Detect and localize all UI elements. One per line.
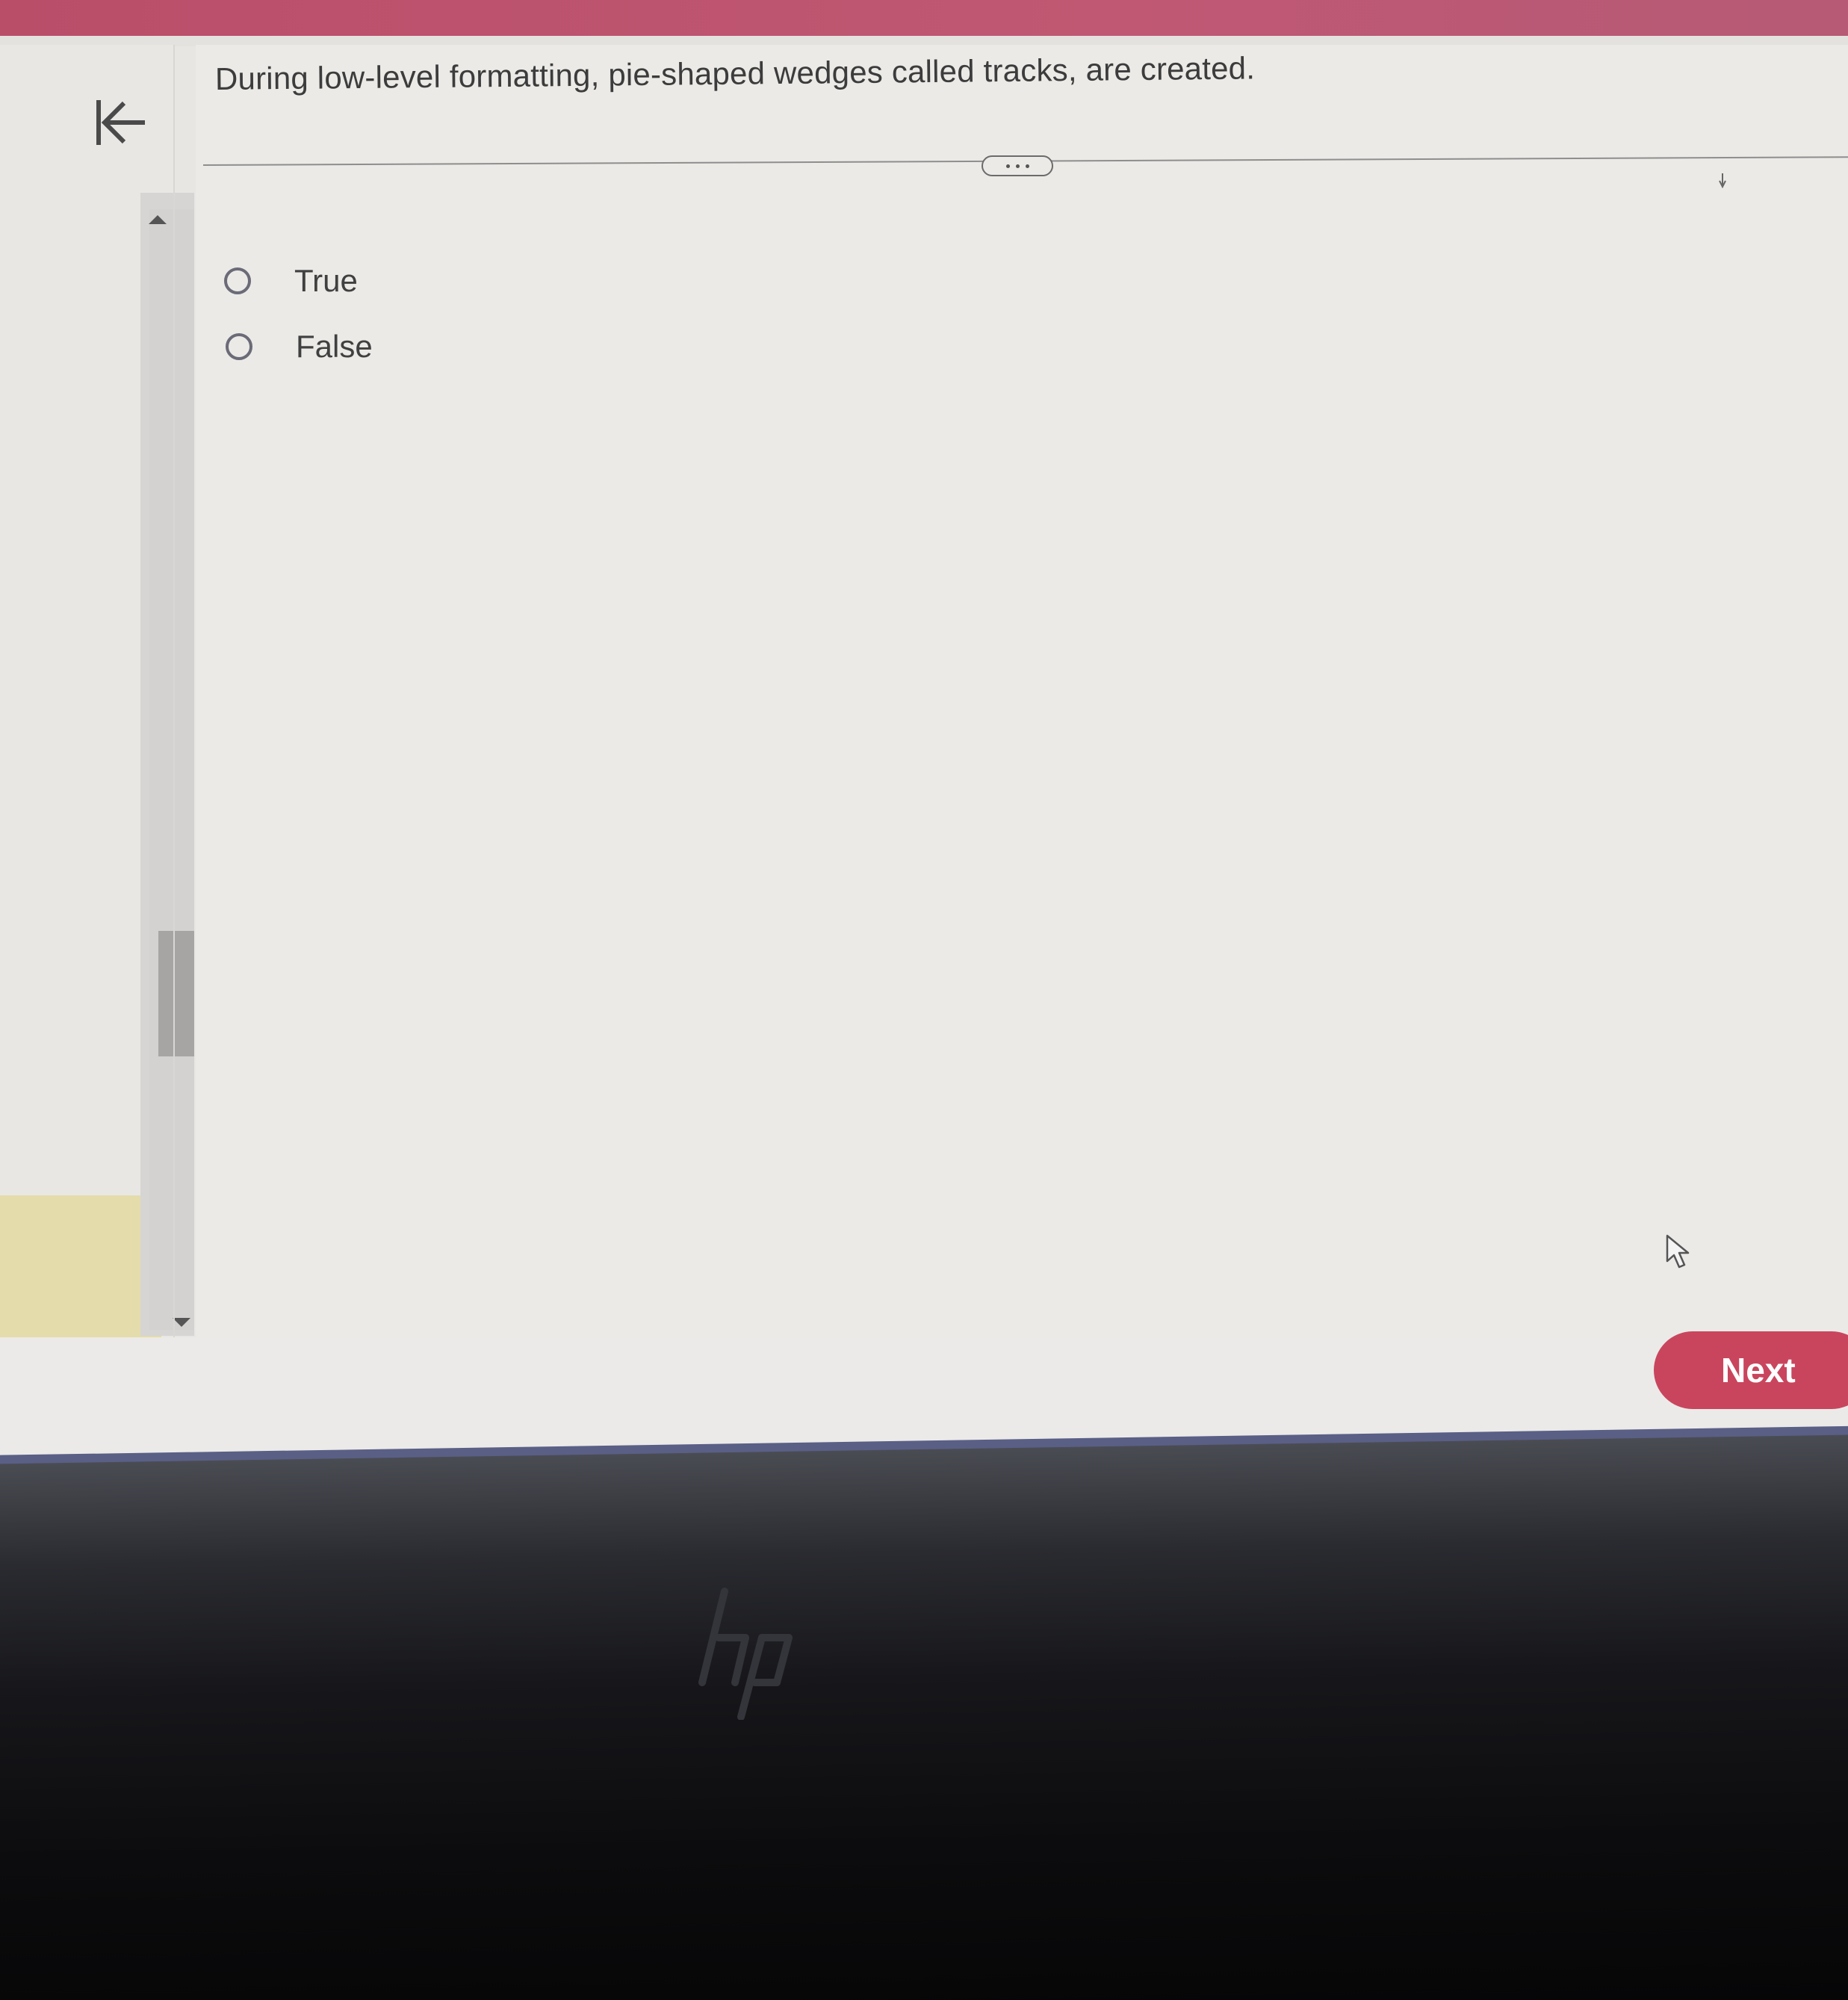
radio-true[interactable] — [224, 267, 251, 294]
option-label-true: True — [294, 263, 358, 298]
scrollbar-thumb[interactable] — [158, 931, 194, 1056]
more-dots-icon — [1025, 164, 1029, 168]
option-false[interactable]: False — [226, 329, 373, 365]
top-bar — [0, 0, 1848, 36]
more-dots-icon — [1015, 164, 1020, 168]
screen: During low-level formatting, pie-shaped … — [0, 0, 1848, 1509]
collapse-left-icon — [96, 100, 145, 145]
next-button[interactable]: Next — [1654, 1331, 1848, 1409]
question-panel — [196, 45, 1848, 1337]
stray-mark — [1719, 173, 1726, 188]
triangle-up-icon — [149, 215, 167, 224]
collapse-back-button[interactable] — [84, 88, 152, 157]
option-label-false: False — [296, 329, 373, 364]
scrollbar-track-inner — [149, 209, 194, 1330]
option-true[interactable]: True — [224, 263, 358, 299]
left-panel-highlight — [0, 1195, 161, 1346]
scroll-up-button[interactable] — [146, 211, 169, 229]
monitor-bezel — [0, 1434, 1848, 2000]
more-dots-icon — [1005, 164, 1010, 168]
hp-logo — [698, 1588, 793, 1720]
panel-divider — [173, 45, 175, 1337]
more-options-handle[interactable] — [982, 155, 1053, 176]
mouse-pointer-icon — [1666, 1234, 1690, 1269]
photo-stage: During low-level formatting, pie-shaped … — [0, 0, 1848, 2000]
radio-false[interactable] — [226, 333, 252, 360]
